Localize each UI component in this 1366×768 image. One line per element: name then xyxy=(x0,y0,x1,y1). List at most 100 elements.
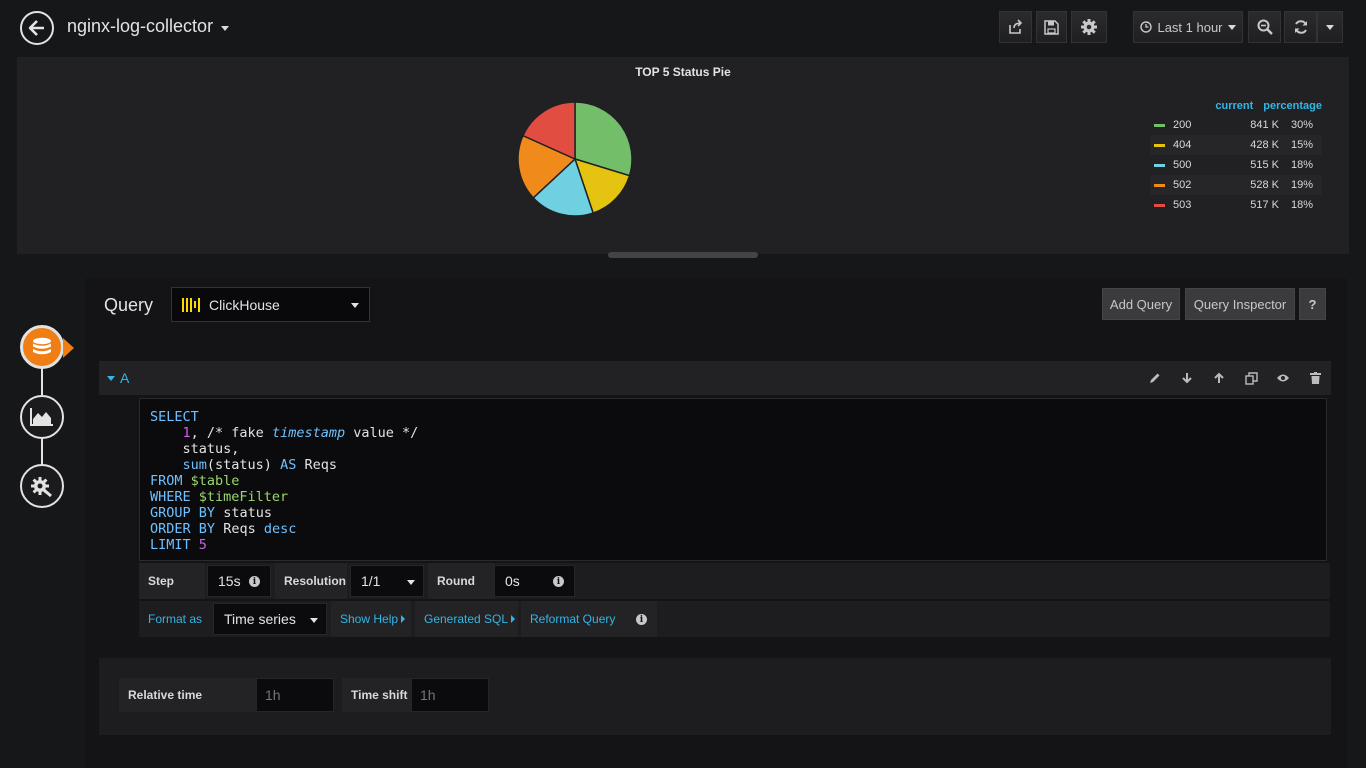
caret-right-icon xyxy=(511,615,516,623)
back-button[interactable] xyxy=(20,11,54,45)
round-input[interactable]: 0s i xyxy=(494,565,575,597)
pie-panel: TOP 5 Status Pie current percentage 200 … xyxy=(17,57,1349,254)
legend-swatch xyxy=(1154,183,1165,187)
time-picker-button[interactable]: Last 1 hour xyxy=(1133,11,1243,43)
legend-row[interactable]: 503 517 K 18% xyxy=(1150,195,1322,215)
area-chart-icon xyxy=(30,408,53,426)
chevron-down-icon xyxy=(310,618,318,623)
step-label: Step xyxy=(139,563,205,599)
gear-icon xyxy=(1081,19,1097,35)
legend-current: 528 K xyxy=(1250,179,1279,191)
visualization-tab-button[interactable] xyxy=(20,395,64,439)
sql-token: WHERE xyxy=(150,489,191,505)
sql-token: LIMIT xyxy=(150,537,191,553)
refresh-interval-dropdown[interactable] xyxy=(1317,11,1343,43)
sql-token: $timeFilter xyxy=(198,489,289,505)
save-button[interactable] xyxy=(1036,11,1067,43)
format-select[interactable]: Time series xyxy=(213,603,327,635)
sql-token: GROUP xyxy=(150,505,191,521)
sql-token: status xyxy=(223,505,272,521)
info-icon[interactable]: i xyxy=(636,614,647,625)
sql-token: (status) xyxy=(206,457,272,473)
query-ref-id: A xyxy=(120,370,130,386)
query-inspector-button[interactable]: Query Inspector xyxy=(1185,288,1295,320)
query-options-row: Step 15s i Resolution 1/1 Round 0s i xyxy=(139,563,1330,599)
sql-token: $table xyxy=(190,473,240,489)
show-help-button[interactable]: Show Help xyxy=(331,601,411,637)
legend-row[interactable]: 404 428 K 15% xyxy=(1150,135,1322,155)
relative-time-input[interactable] xyxy=(256,678,334,712)
move-up-button[interactable] xyxy=(1211,370,1227,386)
clickhouse-logo-icon xyxy=(182,297,200,312)
queries-tab-button[interactable] xyxy=(20,325,64,369)
legend-header-current[interactable]: current xyxy=(1215,100,1253,112)
sql-query-editor[interactable]: SELECT 1, /* fake timestamp value */ sta… xyxy=(139,398,1327,561)
add-query-button[interactable]: Add Query xyxy=(1102,288,1180,320)
caret-right-icon xyxy=(401,615,406,623)
time-shift-label: Time shift xyxy=(342,678,411,712)
generated-sql-button[interactable]: Generated SQL xyxy=(415,601,518,637)
help-button[interactable]: ? xyxy=(1299,288,1326,320)
round-value: 0s xyxy=(505,573,520,589)
sql-token: value */ xyxy=(345,425,419,441)
copy-icon xyxy=(1244,371,1258,385)
chevron-down-icon xyxy=(1326,24,1334,30)
generated-sql-label: Generated SQL xyxy=(424,612,509,626)
step-value: 15s xyxy=(218,573,241,589)
chevron-down-icon xyxy=(1227,24,1236,30)
share-button[interactable] xyxy=(999,11,1032,43)
legend-current: 515 K xyxy=(1250,159,1279,171)
legend-swatch xyxy=(1154,203,1165,207)
sql-token: , /* fake xyxy=(190,425,272,441)
datasource-select[interactable]: ClickHouse xyxy=(171,287,370,322)
time-range-label: Last 1 hour xyxy=(1157,19,1223,35)
info-icon[interactable]: i xyxy=(249,576,260,587)
edit-query-button[interactable] xyxy=(1147,370,1163,386)
move-down-button[interactable] xyxy=(1179,370,1195,386)
arrow-up-icon xyxy=(1214,372,1224,383)
sql-token: status, xyxy=(182,441,240,457)
eye-icon xyxy=(1277,374,1289,382)
remove-query-button[interactable] xyxy=(1307,370,1323,386)
panel-resize-handle[interactable] xyxy=(608,252,758,258)
time-options: Relative time Time shift xyxy=(99,658,1331,735)
legend-current: 841 K xyxy=(1250,119,1279,131)
top-navbar: nginx-log-collector Last 1 hour xyxy=(0,0,1366,56)
legend-row[interactable]: 500 515 K 18% xyxy=(1150,155,1322,175)
chevron-down-icon xyxy=(221,25,230,31)
sql-token: 5 xyxy=(198,537,207,553)
legend-row[interactable]: 502 528 K 19% xyxy=(1150,175,1322,195)
refresh-button[interactable] xyxy=(1284,11,1317,43)
reformat-query-button[interactable]: Reformat Query i xyxy=(521,601,657,637)
save-icon xyxy=(1044,19,1059,35)
resolution-select[interactable]: 1/1 xyxy=(350,565,424,597)
query-section-label: Query xyxy=(104,295,154,315)
dashboard-title[interactable]: nginx-log-collector xyxy=(67,16,230,37)
show-help-label: Show Help xyxy=(340,612,399,626)
info-icon[interactable]: i xyxy=(553,576,564,587)
resolution-value: 1/1 xyxy=(361,573,381,589)
zoom-out-button[interactable] xyxy=(1248,11,1281,43)
settings-button[interactable] xyxy=(1071,11,1107,43)
legend-header: current percentage xyxy=(1150,97,1322,115)
arrow-left-icon xyxy=(28,20,44,36)
sql-token: ORDER xyxy=(150,521,191,537)
legend-name: 200 xyxy=(1173,119,1192,131)
sql-token: timestamp xyxy=(271,425,346,441)
sql-token: Reqs xyxy=(304,457,337,473)
time-shift-input[interactable] xyxy=(411,678,489,712)
query-row-toggle[interactable]: A xyxy=(107,370,129,386)
legend-swatch xyxy=(1154,123,1165,127)
pie-chart xyxy=(517,101,633,217)
duplicate-query-button[interactable] xyxy=(1243,370,1259,386)
legend-percentage: 30% xyxy=(1290,119,1313,131)
general-settings-tab-button[interactable] xyxy=(20,464,64,508)
legend-name: 500 xyxy=(1173,159,1192,171)
arrow-down-icon xyxy=(1182,373,1192,384)
trash-icon xyxy=(1309,372,1321,384)
legend-header-percentage[interactable]: percentage xyxy=(1263,100,1322,112)
legend-row[interactable]: 200 841 K 30% xyxy=(1150,115,1322,135)
toggle-visibility-button[interactable] xyxy=(1275,370,1291,386)
step-input[interactable]: 15s i xyxy=(207,565,271,597)
legend-percentage: 18% xyxy=(1290,159,1313,171)
